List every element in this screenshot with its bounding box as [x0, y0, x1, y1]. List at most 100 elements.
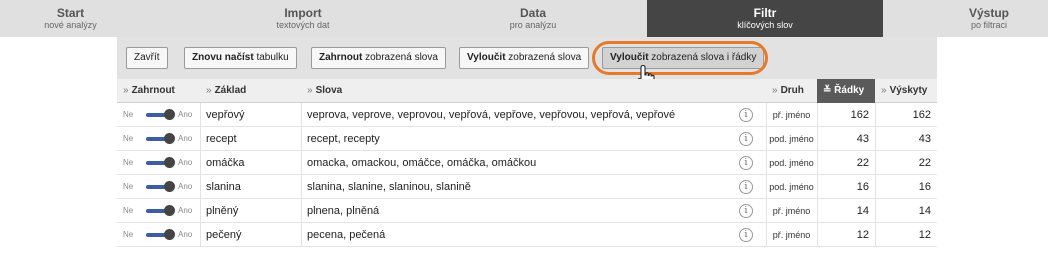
- table-row: Ne Ano vepřový veprova, veprove, veprovo…: [117, 103, 937, 127]
- column-divider: [301, 127, 302, 151]
- exclude-label-bold: Vyloučit: [467, 52, 506, 63]
- column-header-words[interactable]: » Slova: [301, 79, 766, 103]
- rows-count-cell: 14: [856, 205, 869, 217]
- toggle-on-label: Ano: [178, 158, 193, 167]
- toolbar: Zavřít Znovu načíst tabulku Zahrnout zob…: [117, 37, 937, 79]
- table-row: Ne Ano pečený pecena, pečená i př. jméno…: [117, 223, 937, 247]
- close-button-label: Zavřít: [134, 52, 160, 63]
- toggle-on-label: Ano: [178, 230, 193, 239]
- nav-step-title: Výstup: [968, 6, 1009, 20]
- occurrences-cell: 162: [912, 109, 931, 121]
- wizard-nav: Start nové analýzy Import textových dat …: [0, 0, 1048, 37]
- column-header-rows[interactable]: ≚ Řádky: [817, 79, 875, 103]
- toggle-off-label: Ne: [123, 206, 134, 215]
- highlight-ellipse: [592, 41, 768, 75]
- rows-count-cell: 22: [856, 157, 869, 169]
- column-divider: [200, 127, 201, 151]
- include-label-rest: zobrazená slova: [362, 52, 438, 63]
- table-header: » Zahrnout » Základ » Slova » Druh ≚ Řádky »…: [117, 79, 937, 103]
- column-divider: [200, 175, 201, 199]
- rows-count-cell: 162: [850, 109, 869, 121]
- base-cell: slanina: [206, 181, 241, 193]
- info-icon[interactable]: i: [739, 228, 753, 242]
- toggle-knob: [164, 205, 175, 216]
- words-cell: pecena, pečená: [307, 229, 386, 241]
- rows-count-cell: 12: [856, 229, 869, 241]
- column-header-include[interactable]: » Zahrnout: [117, 79, 200, 103]
- toggle-knob: [164, 181, 175, 192]
- include-toggle[interactable]: Ne Ano: [123, 223, 198, 247]
- info-icon[interactable]: i: [739, 132, 753, 146]
- type-cell: pod. jméno: [769, 158, 814, 168]
- column-divider: [200, 199, 201, 223]
- toggle-off-label: Ne: [123, 158, 134, 167]
- words-cell: plnena, plněná: [307, 205, 380, 217]
- occurrences-cell: 22: [918, 157, 931, 169]
- toggle-on-label: Ano: [178, 182, 193, 191]
- info-icon[interactable]: i: [739, 180, 753, 194]
- column-divider: [301, 223, 302, 247]
- type-cell: př. jméno: [772, 230, 811, 240]
- toggle-off-label: Ne: [123, 134, 134, 143]
- column-header-occurrences[interactable]: » Výskyty: [875, 79, 937, 103]
- include-toggle[interactable]: Ne Ano: [123, 151, 198, 175]
- base-cell: vepřový: [206, 109, 245, 121]
- type-cell: př. jméno: [772, 110, 811, 120]
- occurrences-cell: 43: [918, 133, 931, 145]
- toggle-knob: [164, 109, 175, 120]
- nav-step-subtitle: klíčových slov: [737, 20, 793, 30]
- include-label-bold: Zahrnout: [319, 52, 363, 63]
- exclude-words-button[interactable]: Vyloučit zobrazená slova: [459, 47, 590, 69]
- column-header-type[interactable]: » Druh: [766, 79, 817, 103]
- nav-step-import[interactable]: Import textových dat: [222, 0, 384, 37]
- info-icon[interactable]: i: [739, 204, 753, 218]
- table-row: Ne Ano plněný plnena, plněná i př. jméno…: [117, 199, 937, 223]
- nav-step-start[interactable]: Start nové analýzy: [0, 0, 141, 37]
- toggle-on-label: Ano: [178, 206, 193, 215]
- nav-step-data[interactable]: Data pro analýzu: [452, 0, 614, 37]
- base-cell: pečený: [206, 229, 242, 241]
- base-cell: recept: [206, 133, 237, 145]
- nav-step-subtitle: nové analýzy: [44, 20, 97, 30]
- rows-count-cell: 16: [856, 181, 869, 193]
- toggle-knob: [164, 157, 175, 168]
- info-icon[interactable]: i: [739, 108, 753, 122]
- base-cell: plněný: [206, 205, 239, 217]
- nav-step-title: Data: [519, 6, 546, 20]
- close-button[interactable]: Zavřít: [126, 47, 168, 69]
- exclude-label-rest: zobrazená slova: [505, 52, 582, 63]
- table-row: Ne Ano recept recept, recepty i pod. jmé…: [117, 127, 937, 151]
- nav-step-filter[interactable]: Filtr klíčových slov: [647, 0, 883, 37]
- occurrences-cell: 16: [918, 181, 931, 193]
- column-divider: [301, 151, 302, 175]
- include-words-button[interactable]: Zahrnout zobrazená slova: [311, 47, 446, 69]
- info-icon[interactable]: i: [739, 156, 753, 170]
- include-toggle[interactable]: Ne Ano: [123, 175, 198, 199]
- nav-step-subtitle: textových dat: [276, 20, 330, 30]
- type-cell: pod. jméno: [769, 182, 814, 192]
- nav-step-output[interactable]: Výstup po filtraci: [930, 0, 1048, 37]
- type-cell: př. jméno: [772, 206, 811, 216]
- column-divider: [200, 103, 201, 127]
- toggle-knob: [164, 229, 175, 240]
- column-divider: [200, 151, 201, 175]
- toggle-off-label: Ne: [123, 110, 134, 119]
- toggle-on-label: Ano: [178, 134, 193, 143]
- nav-step-subtitle: pro analýzu: [509, 20, 557, 30]
- toggle-knob: [164, 133, 175, 144]
- reload-table-button[interactable]: Znovu načíst tabulku: [184, 47, 297, 69]
- column-header-base[interactable]: » Základ: [200, 79, 301, 103]
- base-cell: omáčka: [206, 157, 245, 169]
- include-toggle[interactable]: Ne Ano: [123, 199, 198, 223]
- nav-step-subtitle: po filtraci: [970, 20, 1007, 30]
- toggle-off-label: Ne: [123, 182, 134, 191]
- column-divider: [301, 175, 302, 199]
- nav-step-title: Start: [56, 6, 85, 20]
- rows-count-cell: 43: [856, 133, 869, 145]
- include-toggle[interactable]: Ne Ano: [123, 127, 198, 151]
- nav-step-title: Filtr: [753, 6, 777, 20]
- table-row: Ne Ano slanina slanina, slanine, slanino…: [117, 175, 937, 199]
- include-toggle[interactable]: Ne Ano: [123, 103, 198, 127]
- toggle-off-label: Ne: [123, 230, 134, 239]
- words-cell: slanina, slanine, slaninou, slanině: [307, 181, 471, 193]
